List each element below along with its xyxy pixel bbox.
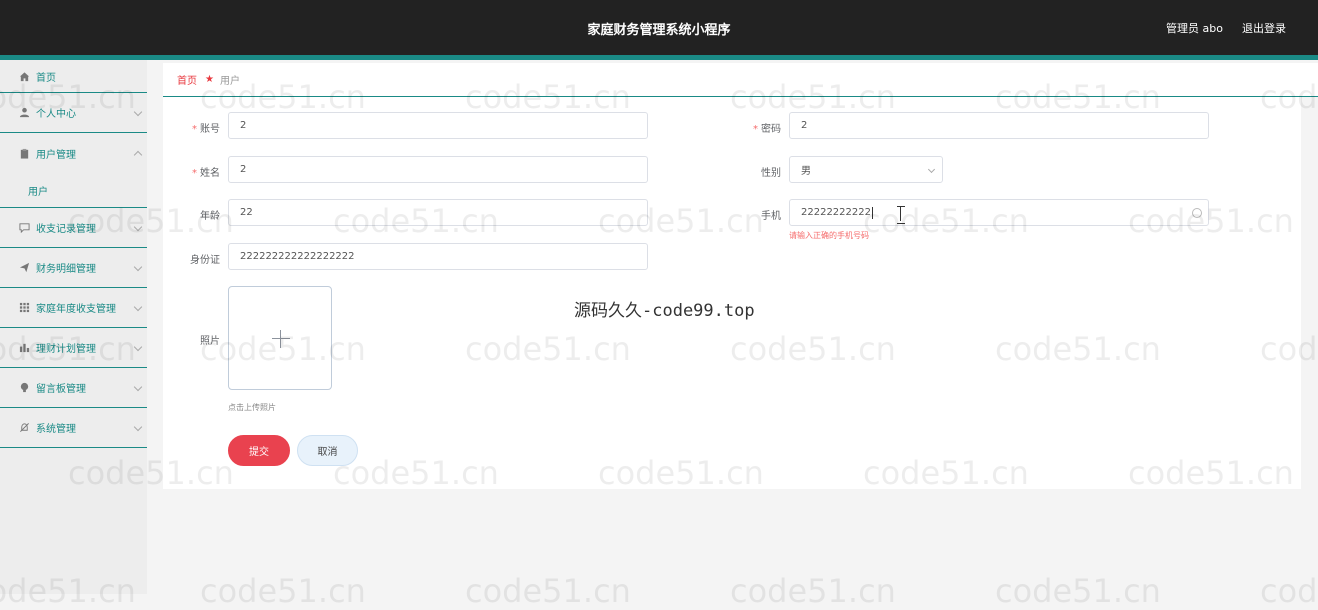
promo-overlay-text: 源码久久-code99.top: [574, 301, 755, 321]
chevron-down-icon: [133, 302, 143, 311]
chevron-down-icon: [133, 422, 143, 431]
breadcrumb: 首页 ★ 用户: [163, 63, 1318, 97]
watermark: code51.cn: [995, 572, 1161, 610]
sidebar-item-label: 用户管理: [36, 149, 76, 161]
breadcrumb-current: 用户: [219, 76, 240, 87]
sidebar: 首页 个人中心 用户管理 用户 收支记录管理 财务明细管理 家庭年度收支管理 理…: [0, 60, 147, 594]
app-title: 家庭财务管理系统小程序: [587, 23, 731, 38]
plus-icon: [272, 338, 290, 339]
home-icon: [18, 70, 30, 82]
sidebar-subitem-user[interactable]: 用户: [0, 173, 147, 208]
logout-link[interactable]: 退出登录: [1242, 20, 1286, 36]
phone-label: 手机: [761, 211, 781, 222]
sidebar-item-label: 收支记录管理: [36, 224, 96, 235]
account-label: * 账号: [192, 124, 220, 135]
password-field[interactable]: 2: [789, 112, 1209, 139]
gender-label: 性别: [761, 168, 781, 179]
idcard-label: 身份证: [190, 255, 220, 266]
phone-field[interactable]: 22222222222: [789, 199, 1209, 226]
chevron-down-icon: [133, 222, 143, 231]
chevron-down-icon: [133, 262, 143, 271]
sidebar-item-system[interactable]: 系统管理: [0, 408, 147, 448]
sidebar-item-user-management[interactable]: 用户管理: [0, 133, 147, 173]
password-label: * 密码: [753, 124, 781, 135]
submit-button[interactable]: 提交: [228, 435, 290, 466]
chevron-down-icon: [927, 165, 936, 174]
watermark: code51.cn: [465, 572, 631, 610]
star-icon: ★: [205, 74, 214, 85]
photo-hint: 点击上传照片: [228, 403, 276, 412]
chevron-up-icon: [133, 150, 143, 160]
bulb-icon: [18, 382, 30, 394]
grid-icon: [18, 302, 30, 314]
sidebar-subitem-label: 用户: [28, 186, 48, 198]
sidebar-item-label: 个人中心: [36, 109, 76, 120]
breadcrumb-home[interactable]: 首页: [177, 72, 197, 87]
sidebar-item-message-board[interactable]: 留言板管理: [0, 368, 147, 408]
topbar-accent-line: [0, 55, 1318, 60]
chevron-down-icon: [133, 382, 143, 391]
text-cursor-icon: [897, 206, 905, 224]
send-icon: [18, 262, 30, 274]
bell-off-icon: [18, 422, 30, 434]
chat-icon: [18, 222, 30, 234]
sidebar-item-label: 系统管理: [36, 424, 76, 435]
watermark: code51.cn: [200, 572, 366, 610]
sidebar-item-finance-detail[interactable]: 财务明细管理: [0, 248, 147, 288]
photo-label: 照片: [200, 336, 220, 347]
sidebar-item-label: 家庭年度收支管理: [36, 304, 116, 315]
name-field[interactable]: 2: [228, 156, 648, 183]
sidebar-item-personal-center[interactable]: 个人中心: [0, 93, 147, 133]
admin-label: 管理员 abo: [1166, 22, 1223, 35]
clipboard-icon: [18, 147, 30, 159]
clear-icon[interactable]: [1192, 208, 1202, 218]
sidebar-item-label: 财务明细管理: [36, 264, 96, 275]
top-bar: 家庭财务管理系统小程序 管理员 abo 退出登录: [0, 0, 1318, 55]
sidebar-item-label: 首页: [36, 72, 56, 84]
phone-error: 请输入正确的手机号码: [789, 231, 869, 240]
bar-chart-icon: [18, 342, 30, 354]
chevron-down-icon: [133, 107, 143, 116]
photo-upload[interactable]: [228, 286, 332, 390]
sidebar-item-label: 理财计划管理: [36, 344, 96, 355]
sidebar-item-financial-plan[interactable]: 理财计划管理: [0, 328, 147, 368]
text-caret: [872, 206, 873, 219]
chevron-down-icon: [133, 342, 143, 351]
gender-select[interactable]: 男: [789, 156, 943, 183]
age-label: 年龄: [200, 211, 220, 222]
idcard-field[interactable]: 222222222222222222: [228, 243, 648, 270]
user-icon: [18, 107, 30, 119]
name-label: * 姓名: [192, 168, 220, 179]
cancel-button[interactable]: 取消: [297, 435, 358, 466]
sidebar-item-home[interactable]: 首页: [0, 60, 147, 93]
sidebar-item-label: 留言板管理: [36, 384, 86, 395]
age-field[interactable]: 22: [228, 199, 648, 226]
sidebar-item-annual-budget[interactable]: 家庭年度收支管理: [0, 288, 147, 328]
watermark: code51.cn: [730, 572, 896, 610]
watermark: code51.cn: [1260, 572, 1318, 610]
account-field[interactable]: 2: [228, 112, 648, 139]
sidebar-item-income-expense[interactable]: 收支记录管理: [0, 208, 147, 248]
